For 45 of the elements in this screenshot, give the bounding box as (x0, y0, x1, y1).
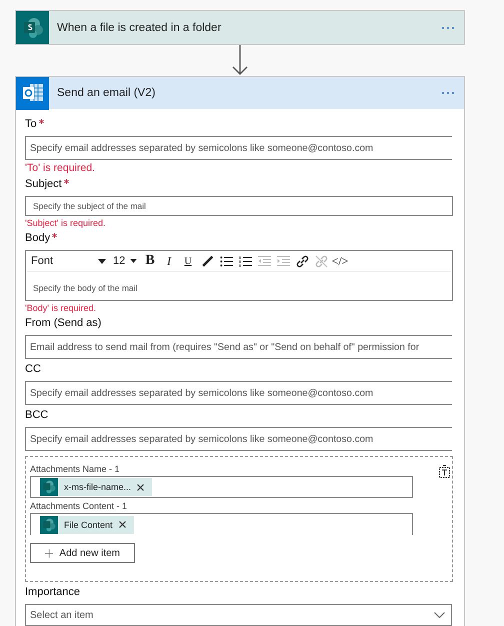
chevron-down-icon (434, 612, 445, 618)
remove-icon[interactable] (137, 484, 144, 490)
trigger-title: When a file is created in a folder (57, 22, 222, 34)
required-icon (52, 233, 58, 238)
field-label: BCC (25, 409, 48, 421)
token-field[interactable]: File Content (30, 513, 413, 535)
add-item-button[interactable]: Add new item (30, 543, 135, 563)
remove-icon[interactable] (118, 521, 126, 528)
text-field[interactable]: Specify email addresses separated by semicolons like someone@contoso.com (25, 381, 452, 405)
field-label: Attachments Name - 1 (30, 464, 121, 474)
token-field[interactable]: x-ms-file-name... (30, 476, 413, 498)
arrow-icon (232, 45, 248, 76)
select-field[interactable]: Select an item (25, 604, 452, 626)
action-title: Send an email (V2) (57, 87, 156, 99)
trigger-card[interactable]: When a file is created in a folder (15, 10, 465, 45)
delete-icon[interactable] (438, 465, 451, 478)
more-icon[interactable] (441, 91, 455, 95)
field-label: Attachments Content - 1 (30, 501, 128, 511)
caret-icon (130, 259, 137, 263)
field-label: Body (25, 232, 50, 244)
error-message: 'Subject' is required. (25, 218, 106, 228)
error-message: 'Body' is required. (25, 303, 97, 313)
sharepoint-icon (42, 518, 56, 532)
field-label: From (Send as) (25, 317, 102, 329)
more-icon[interactable] (441, 26, 455, 30)
field-label: To (25, 118, 37, 130)
error-message: 'To' is required. (25, 162, 96, 174)
text-field[interactable]: Specify email addresses separated by semicolons like someone@contoso.com (25, 136, 452, 160)
text-field[interactable]: Specify email addresses separated by semicolons like someone@contoso.com (25, 427, 452, 451)
field-label: CC (25, 363, 41, 375)
field-label: Subject (25, 178, 62, 190)
required-icon (38, 119, 44, 124)
caret-icon (98, 258, 106, 264)
sharepoint-icon (22, 16, 44, 38)
text-field[interactable]: Specify the subject of the mail (25, 196, 453, 216)
token-chip[interactable]: x-ms-file-name... (40, 478, 152, 496)
required-icon (64, 179, 69, 184)
sharepoint-icon (42, 480, 56, 494)
outlook-icon (22, 83, 44, 103)
plus-icon (45, 546, 54, 560)
action-header[interactable]: Send an email (V2) (16, 77, 464, 109)
body-field[interactable]: Specify the body of the mail (26, 272, 452, 303)
token-chip[interactable]: File Content (40, 516, 134, 534)
text-field[interactable]: Email address to send mail from (requires "Send as" or "Send on behalf of" permission for (25, 335, 452, 359)
field-label: Importance (25, 586, 80, 598)
